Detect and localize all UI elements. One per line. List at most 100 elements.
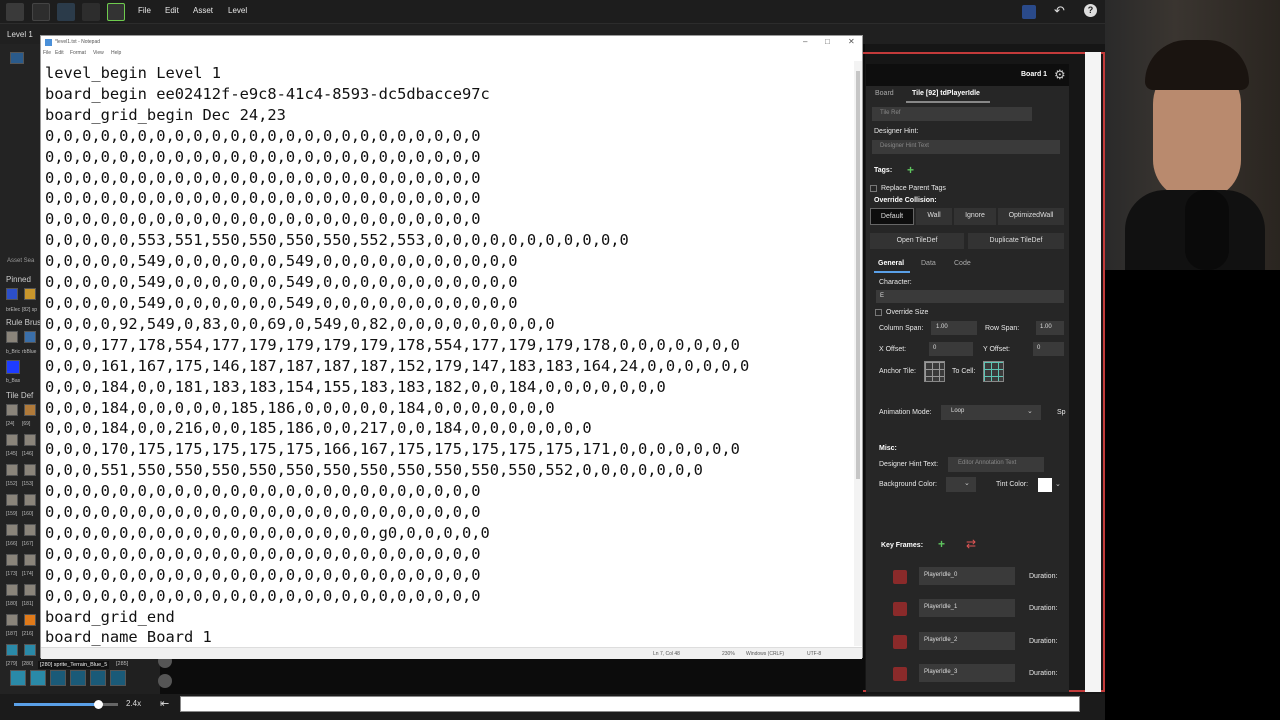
menu-asset[interactable]: Asset [193, 6, 213, 15]
sprite-thumb[interactable] [90, 670, 106, 686]
collision-ignore-button[interactable]: Ignore [954, 208, 996, 225]
collision-optimizedwall-button[interactable]: OptimizedWall [998, 208, 1064, 225]
tile-thumb[interactable] [24, 434, 36, 446]
tab-tile[interactable]: Tile [92] tdPlayerIdle [912, 90, 980, 97]
np-menu-help[interactable]: Help [111, 50, 121, 56]
background-color-picker[interactable]: ⌄ [946, 477, 976, 492]
np-menu-edit[interactable]: Edit [55, 50, 64, 56]
tile-thumb[interactable] [24, 494, 36, 506]
add-tag-icon[interactable]: + [907, 163, 914, 177]
open-tiledef-button[interactable]: Open TileDef [870, 233, 964, 249]
tile-thumb[interactable] [6, 614, 18, 626]
replace-parent-tags-checkbox[interactable] [870, 185, 877, 192]
back-arrow-icon[interactable]: ⇤ [160, 697, 169, 710]
tile-thumb[interactable] [6, 434, 18, 446]
settings-gear-icon[interactable]: ⚙ [1054, 67, 1066, 83]
tile-thumb[interactable] [6, 524, 18, 536]
grid-icon[interactable] [32, 3, 50, 21]
webcam-feed [1105, 0, 1280, 270]
zoom-slider-knob[interactable] [94, 700, 103, 709]
tile-thumb[interactable] [6, 554, 18, 566]
help-icon[interactable]: ? [1084, 4, 1097, 17]
sprite-thumb[interactable] [70, 670, 86, 686]
maximize-icon[interactable]: □ [825, 37, 830, 46]
tile-thumb[interactable] [24, 464, 36, 476]
tab-underline [906, 101, 990, 103]
designer-hint-field[interactable]: Designer Hint Text [872, 140, 1060, 154]
tile-thumb[interactable] [6, 464, 18, 476]
text-line: 0,0,0,0,0,0,0,0,0,0,0,0,0,0,0,0,0,0,0,0,… [45, 503, 481, 522]
notepad-scroll-thumb[interactable] [856, 71, 860, 479]
rule-brush-icon[interactable] [6, 331, 18, 343]
tile-ref-field[interactable]: Tile Ref [872, 107, 1032, 121]
duplicate-tiledef-button[interactable]: Duplicate TileDef [968, 233, 1064, 249]
keyframe-name-field[interactable]: PlayerIdle_0 [919, 567, 1015, 585]
subtab-code[interactable]: Code [954, 260, 971, 267]
np-menu-format[interactable]: Format [70, 50, 86, 56]
keyframe-name-field[interactable]: PlayerIdle_2 [919, 632, 1015, 650]
x-offset-field[interactable]: 0 [929, 342, 973, 356]
np-menu-view[interactable]: View [93, 50, 104, 56]
collision-wall-button[interactable]: Wall [916, 208, 952, 225]
tile-id: [160] [22, 511, 34, 517]
tile-thumb[interactable] [24, 404, 36, 416]
pinned-item-icon[interactable] [6, 288, 18, 300]
pinned-item-icon[interactable] [24, 288, 36, 300]
tile-id: [279] [6, 661, 18, 667]
tile-def-label: Tile Def [6, 391, 34, 400]
row-span-field[interactable]: 1.00 [1036, 321, 1064, 335]
animation-mode-select[interactable]: Loop ⌄ [941, 405, 1041, 420]
tile-thumb[interactable] [24, 554, 36, 566]
swap-icon[interactable]: ⇄ [966, 537, 976, 551]
to-cell-grid-icon[interactable] [983, 361, 1004, 382]
rule-brush-icon[interactable] [24, 331, 36, 343]
character-field[interactable]: E [876, 290, 1064, 303]
subtab-data[interactable]: Data [921, 260, 936, 267]
collision-default-button[interactable]: Default [870, 208, 914, 225]
level-tab[interactable]: Level 1 [0, 24, 40, 44]
tile-thumb[interactable] [6, 584, 18, 596]
menu-edit[interactable]: Edit [165, 6, 179, 15]
tile-thumb[interactable] [6, 494, 18, 506]
tiles-icon[interactable] [57, 3, 75, 21]
undo-icon[interactable]: ↶ [1054, 3, 1065, 19]
command-input[interactable] [180, 696, 1080, 712]
tile-thumb[interactable] [24, 524, 36, 536]
subtab-general[interactable]: General [878, 260, 904, 267]
override-size-checkbox[interactable] [875, 309, 882, 316]
board-icon[interactable] [10, 52, 24, 64]
keyframe-name-field[interactable]: PlayerIdle_3 [919, 664, 1015, 682]
tools-icon[interactable] [82, 3, 100, 21]
editor-annotation-field[interactable]: Editor Annotation Text [948, 457, 1044, 472]
tab-board[interactable]: Board [875, 90, 894, 97]
add-keyframe-icon[interactable]: + [938, 537, 945, 551]
save-icon[interactable] [1022, 5, 1036, 19]
y-offset-field[interactable]: 0 [1033, 342, 1064, 356]
column-span-field[interactable]: 1.00 [931, 321, 977, 335]
view-toggle-icon[interactable] [158, 674, 172, 688]
keyframe-name-field[interactable]: PlayerIdle_1 [919, 599, 1015, 617]
sprite-thumb[interactable] [110, 670, 126, 686]
notepad-text-area[interactable]: level_begin Level 1 board_begin ee02412f… [45, 63, 850, 647]
fire-tile-icon[interactable] [24, 614, 36, 626]
text-line: 0,0,0,0,0,549,0,0,0,0,0,0,549,0,0,0,0,0,… [45, 273, 518, 292]
tile-thumb[interactable] [6, 644, 18, 656]
menu-level[interactable]: Level [228, 6, 247, 15]
tile-thumb[interactable] [24, 584, 36, 596]
sprite-thumb[interactable] [50, 670, 66, 686]
close-icon[interactable]: ✕ [848, 37, 855, 46]
chevron-down-icon[interactable]: ⌄ [1055, 480, 1061, 488]
minimize-icon[interactable]: – [803, 37, 807, 46]
tile-thumb[interactable] [6, 404, 18, 416]
sprite-thumb[interactable] [10, 670, 26, 686]
tint-color-swatch[interactable] [1038, 478, 1052, 492]
np-menu-file[interactable]: File [43, 50, 51, 56]
tile-thumb[interactable] [24, 644, 36, 656]
image-icon[interactable] [6, 3, 24, 21]
menu-file[interactable]: File [138, 6, 151, 15]
anchor-tile-grid-icon[interactable] [924, 361, 945, 382]
sprite-thumb[interactable] [30, 670, 46, 686]
editor-menubar: File Edit Asset Level ↶ ? [0, 0, 1105, 24]
paint-icon[interactable] [107, 3, 125, 21]
base-brush-icon[interactable] [6, 360, 20, 374]
